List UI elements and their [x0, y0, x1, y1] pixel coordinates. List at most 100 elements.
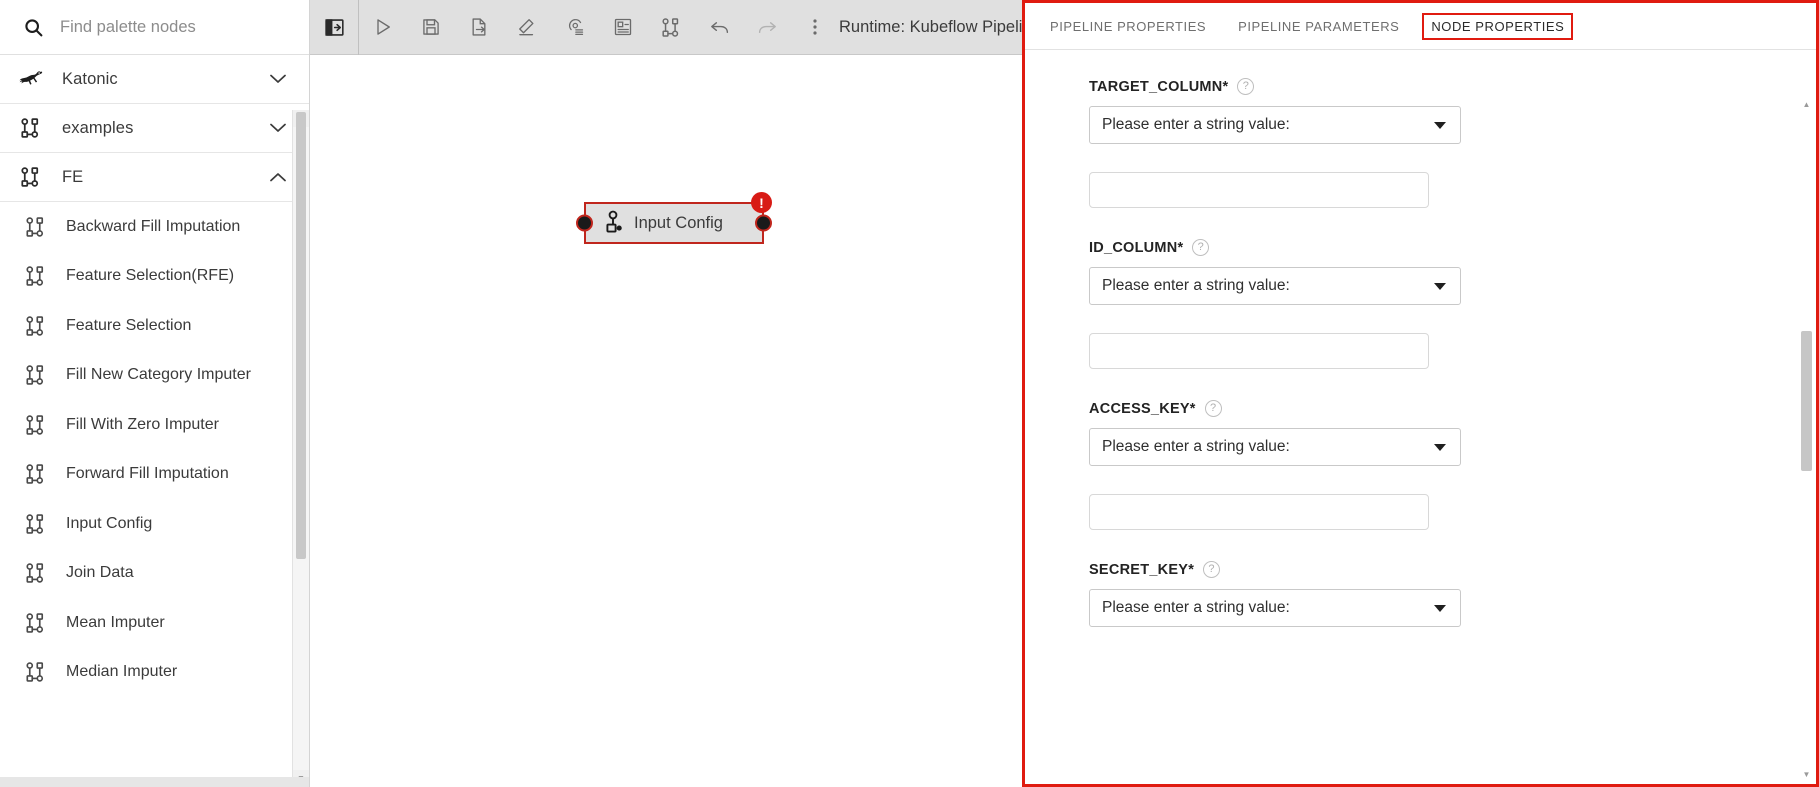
field-access-key: ACCESS_KEY* ? Please enter a string valu… [1089, 400, 1746, 530]
properties-tabs: PIPELINE PROPERTIES PIPELINE PARAMETERS … [1025, 3, 1816, 50]
palette-node-item[interactable]: Mean Imputer [0, 598, 309, 648]
target-column-select[interactable]: Please enter a string value: [1089, 106, 1461, 144]
help-icon[interactable]: ? [1204, 400, 1222, 417]
select-value: Please enter a string value: [1102, 116, 1290, 133]
palette-node-label: Join Data [66, 564, 134, 582]
chevron-up-icon[interactable] [267, 166, 289, 188]
palette-node-item[interactable]: Backward Fill Imputation [0, 202, 309, 252]
palette-category-examples[interactable]: examples [0, 104, 309, 153]
save-icon [421, 17, 441, 37]
redo-button[interactable] [743, 6, 791, 48]
chevron-down-icon[interactable] [267, 117, 289, 139]
chevron-down-icon [1434, 282, 1446, 290]
node-graph-icon [16, 115, 46, 141]
palette-node-label: Fill With Zero Imputer [66, 415, 219, 433]
palette-list: Katonic examples FE Backward Fill Imputa… [0, 55, 309, 787]
palette-node-label: Feature Selection [66, 316, 192, 334]
kebab-menu-icon [806, 17, 824, 37]
node-graph-icon [22, 313, 50, 339]
palette-category-label: examples [62, 118, 134, 137]
palette-node-item[interactable]: Forward Fill Imputation [0, 449, 309, 499]
palette-node-item[interactable]: Join Data [0, 548, 309, 598]
secret-key-select[interactable]: Please enter a string value: [1089, 589, 1461, 627]
runtime-label: Runtime: Kubeflow Pipelines [839, 17, 1050, 36]
pipeline-canvas[interactable]: Input Config ! [310, 55, 1022, 787]
palette-scroll-area[interactable]: Katonic examples FE Backward Fill Imputa… [0, 55, 309, 787]
add-comment-button[interactable] [599, 6, 647, 48]
node-graph-icon [661, 17, 682, 38]
node-graph-icon [22, 461, 50, 487]
palette-category-fe[interactable]: FE [0, 153, 309, 202]
arrange-layout-button[interactable] [647, 6, 695, 48]
field-target-column: TARGET_COLUMN* ? Please enter a string v… [1089, 78, 1746, 208]
palette-sidebar: Katonic [0, 0, 310, 787]
chevron-down-icon [1434, 443, 1446, 451]
properties-scrollbar[interactable]: ▲ ▼ [1799, 97, 1814, 782]
node-graph-icon [22, 214, 50, 240]
tab-node-properties[interactable]: NODE PROPERTIES [1422, 12, 1574, 40]
undo-icon [709, 17, 730, 38]
chevron-down-icon [1434, 604, 1446, 612]
node-output-port[interactable] [755, 214, 772, 232]
palette-node-label: Backward Fill Imputation [66, 217, 241, 235]
tab-pipeline-parameters[interactable]: PIPELINE PARAMETERS [1229, 13, 1408, 40]
node-graph-icon [22, 362, 50, 388]
run-pipeline-button[interactable] [359, 6, 407, 48]
scroll-up-arrow-icon[interactable]: ▲ [1799, 97, 1814, 112]
pipeline-properties-button[interactable] [551, 6, 599, 48]
target-column-input[interactable] [1089, 172, 1429, 208]
field-id-column: ID_COLUMN* ? Please enter a string value… [1089, 239, 1746, 369]
clear-pipeline-button[interactable] [503, 6, 551, 48]
canvas-node-input-config[interactable]: Input Config ! [576, 192, 772, 244]
field-label-text: ID_COLUMN* [1089, 239, 1184, 256]
palette-scrollbar-thumb[interactable] [296, 112, 306, 559]
palette-node-item[interactable]: Median Imputer [0, 647, 309, 697]
palette-node-item[interactable]: Feature Selection(RFE) [0, 251, 309, 301]
node-input-port[interactable] [576, 214, 593, 232]
chevron-down-icon [1434, 121, 1446, 129]
field-label: SECRET_KEY* ? [1089, 561, 1746, 578]
properties-panel: PIPELINE PROPERTIES PIPELINE PARAMETERS … [1022, 0, 1819, 787]
save-pipeline-button[interactable] [407, 6, 455, 48]
toggle-palette-button[interactable] [310, 6, 358, 48]
palette-node-item[interactable]: Input Config [0, 499, 309, 549]
node-graph-icon [22, 560, 50, 586]
node-graph-icon [16, 164, 46, 190]
search-input[interactable] [58, 16, 295, 38]
scroll-down-arrow-icon[interactable]: ▼ [1799, 767, 1814, 782]
node-graph-icon [22, 610, 50, 636]
kangaroo-icon [16, 66, 46, 92]
chevron-down-icon[interactable] [267, 68, 289, 90]
properties-scrollbar-thumb[interactable] [1801, 331, 1812, 471]
export-pipeline-button[interactable] [455, 6, 503, 48]
palette-node-item[interactable]: Fill With Zero Imputer [0, 400, 309, 450]
editor-center: Runtime: Kubeflow Pipelines Input Config… [310, 0, 1111, 787]
palette-node-label: Feature Selection(RFE) [66, 267, 235, 285]
palette-bottom-bar [0, 777, 309, 787]
id-column-select[interactable]: Please enter a string value: [1089, 267, 1461, 305]
palette-node-item[interactable]: Feature Selection [0, 301, 309, 351]
palette-category-katonic[interactable]: Katonic [0, 55, 309, 104]
overflow-menu-button[interactable] [791, 6, 839, 48]
palette-scrollbar[interactable]: ▲ ▼ [292, 110, 309, 787]
search-icon [20, 14, 46, 40]
field-label-text: ACCESS_KEY* [1089, 400, 1196, 417]
palette-node-item[interactable]: Fill New Category Imputer [0, 350, 309, 400]
add-comment-icon [613, 17, 633, 37]
access-key-select[interactable]: Please enter a string value: [1089, 428, 1461, 466]
properties-form: TARGET_COLUMN* ? Please enter a string v… [1025, 50, 1816, 784]
node-error-badge[interactable]: ! [751, 192, 772, 213]
field-label: ACCESS_KEY* ? [1089, 400, 1746, 417]
help-icon[interactable]: ? [1237, 78, 1255, 95]
palette-category-label: Katonic [62, 69, 118, 88]
access-key-input[interactable] [1089, 494, 1429, 530]
help-icon[interactable]: ? [1192, 239, 1210, 256]
palette-node-label: Forward Fill Imputation [66, 465, 229, 483]
export-icon [469, 17, 489, 37]
tab-pipeline-properties[interactable]: PIPELINE PROPERTIES [1041, 13, 1215, 40]
id-column-input[interactable] [1089, 333, 1429, 369]
panel-open-icon [324, 17, 345, 38]
eraser-icon [517, 17, 537, 37]
help-icon[interactable]: ? [1203, 561, 1221, 578]
undo-button[interactable] [695, 6, 743, 48]
